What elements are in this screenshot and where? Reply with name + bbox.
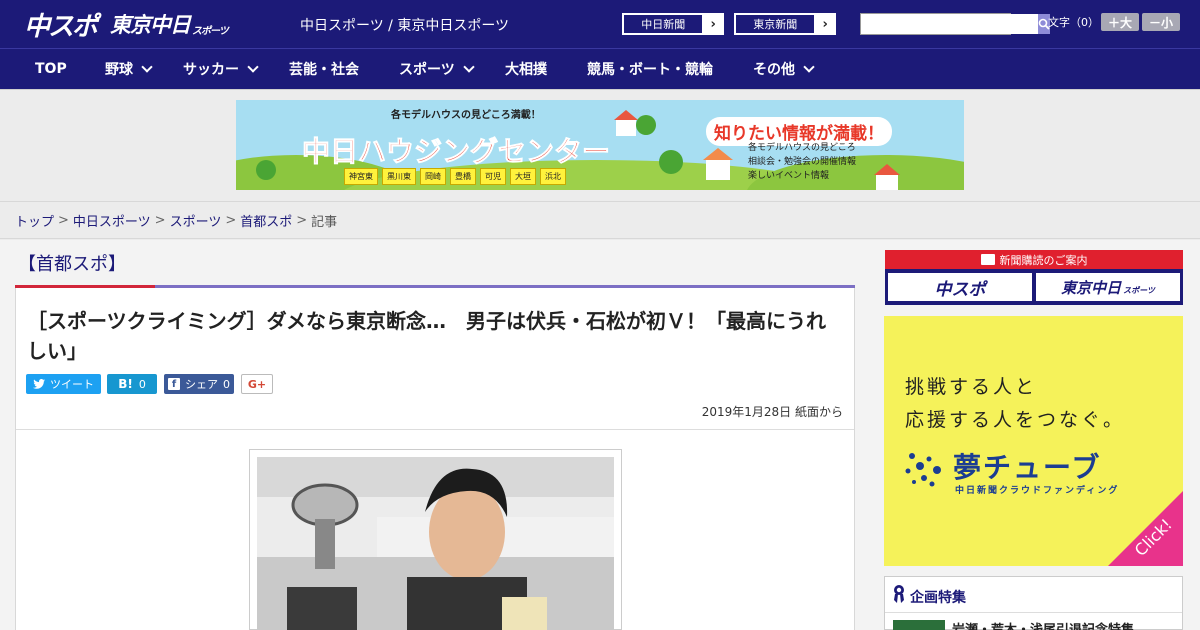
banner-bullet: 相談会・勉強会の開催情報 [748,157,857,167]
nav-item-label: 野球 [105,62,133,78]
chevron-down-icon [803,60,815,73]
feature-section-title: 企画特集 [910,590,966,606]
nav-item-label: 競馬・ボート・競輪 [587,62,713,78]
section-title: 【首都スポ】 [18,254,126,275]
chunichi-shimbun-link[interactable]: 中日新聞 › [622,13,724,35]
newspaper-icon [980,254,995,265]
subscription-heading-text: 新聞購読のご案内 [999,253,1088,267]
chevron-down-icon [463,60,475,73]
yume-tube-ad[interactable]: Click! [884,316,1183,566]
chevron-right-icon: › [822,16,828,32]
search-box [860,13,1050,35]
banner-place-tag: 黒川東 [382,168,416,185]
breadcrumb-separator: > [154,212,166,228]
hatena-count: 0 [138,377,146,391]
chunichi-shimbun-label: 中日新聞 [623,14,704,34]
nav-item-label: その他 [753,62,795,78]
banner-place-tag: 可児 [480,168,506,185]
nav-item-label: スポーツ [399,62,455,78]
banner-places: 神宮東 黒川東 岡崎 豊橋 可児 大垣 浜北 [344,168,566,185]
chuspo-logo[interactable]: 中スポ [24,8,98,42]
tokyo-logo-text: 東京中日 [110,13,191,37]
subscribe-tokyo-button[interactable]: 東京中日 スポーツ [1036,273,1180,301]
article-photo-image [257,457,614,630]
article-divider [16,429,854,430]
tokyo-shimbun-label: 東京新聞 [735,14,816,34]
facebook-icon: f [168,378,180,390]
breadcrumb-separator: > [225,212,237,228]
facebook-share-button[interactable]: f シェア 0 [164,374,234,394]
google-plus-button[interactable]: G+ [241,374,273,394]
ad-brand-subtitle: 中日新聞クラウドファンディング [955,486,1120,496]
feature-item-thumbnail[interactable] [893,620,945,630]
banner-bullets: 各モデルハウスの見どころ 相談会・勉強会の開催情報 楽しいイベント情報 [748,141,856,183]
nav-item-racing[interactable]: 競馬・ボート・競輪 [587,49,713,89]
banner-place-tag: 大垣 [510,168,536,185]
nav-item-top[interactable]: TOP [35,49,67,89]
feature-item-link[interactable]: 岩瀬・荒木・浅尾引退記念特集 [952,619,1134,630]
search-input[interactable] [861,14,1038,34]
subscribe-chuspo-button[interactable]: 中スポ [888,273,1032,301]
banner-title: 中日ハウジングセンター [301,135,611,169]
tokyo-chunichi-logo[interactable]: 東京中日 スポーツ [110,8,229,40]
banner-bullet: 各モデルハウスの見どころ [748,143,856,153]
banner-place-tag: 豊橋 [450,168,476,185]
yume-tube-ad-graphic [884,316,1183,566]
hatena-bookmark-button[interactable]: B! 0 [107,374,157,394]
tokyo-logo-small: スポーツ [192,25,229,37]
hatena-bookmark-icon: B! [118,377,133,391]
chuspo-logo-text: 中スポ [24,11,98,42]
article-top-rule-accent [15,285,155,288]
breadcrumb-sports[interactable]: スポーツ [170,211,222,230]
text-size-label: 文字（0） [1048,16,1099,29]
breadcrumb-current: 記事 [311,214,338,230]
breadcrumb-separator: > [58,212,69,228]
article-headline: ［スポーツクライミング］ダメなら東京断念… 男子は伏兵・石松が初Ｖ！「最高にうれ… [27,309,826,363]
tweet-label: ツイート [50,378,94,391]
article-date: 2019年1月28日 紙面から [701,405,843,419]
nav-item-sports[interactable]: スポーツ [399,49,475,89]
subscription-heading: 新聞購読のご案内 [885,250,1183,269]
banner-place-tag: 神宮東 [344,168,378,185]
chevron-right-icon: › [710,16,716,32]
tweet-button[interactable]: ツイート [26,374,101,394]
nav-item-label: 大相撲 [505,62,547,78]
ad-copy-line-2: 応援する人をつなぐ。 [905,409,1126,431]
banner-top-text: 各モデルハウスの見どころ満載！ [391,110,541,121]
subscribe-tokyo-small: スポーツ [1123,285,1155,295]
breadcrumb-top[interactable]: トップ [15,211,54,230]
nav-item-entertainment[interactable]: 芸能・社会 [289,49,359,89]
ad-copy-line-1: 挑戦する人と [905,376,1038,398]
chevron-down-icon [141,60,153,73]
facebook-share-count: 0 [223,377,230,391]
nav-item-label: TOP [35,61,67,77]
twitter-bird-icon [33,379,45,389]
tokyo-shimbun-link[interactable]: 東京新聞 › [734,13,836,35]
text-size-increase-button[interactable]: ＋大 [1101,13,1139,31]
nav-item-other[interactable]: その他 [753,49,815,89]
housing-center-banner-ad[interactable]: 各モデルハウスの見どころ満載！ 中日ハウジングセンター 知りたい情報が満載！ 神… [236,100,964,190]
article-photo[interactable] [257,457,614,630]
ad-brand-name: 夢チューブ [953,451,1102,484]
nav-item-soccer[interactable]: サッカー [183,49,259,89]
nav-item-sumo[interactable]: 大相撲 [505,49,547,89]
breadcrumb: トップ > 中日スポーツ > スポーツ > 首都スポ > 記事 [0,201,1200,239]
text-size-decrease-button[interactable]: －小 [1142,13,1180,31]
nav-item-baseball[interactable]: 野球 [105,49,153,89]
banner-place-tag: 浜北 [540,168,566,185]
chevron-down-icon [247,60,259,73]
breadcrumb-separator: > [296,212,308,228]
banner-place-tag: 岡崎 [420,168,446,185]
feature-divider [885,612,1182,613]
facebook-share-label: シェア [185,378,218,391]
banner-bullet: 楽しいイベント情報 [748,171,830,181]
subscribe-tokyo-label: 東京中日 [1061,278,1122,297]
nav-item-label: 芸能・社会 [289,62,359,78]
site-title: 中日スポーツ / 東京中日スポーツ [300,18,510,34]
breadcrumb-chunichi-sports[interactable]: 中日スポーツ [73,211,151,230]
ribbon-icon [894,585,904,603]
main-navigation: TOP 野球 サッカー 芸能・社会 スポーツ 大相撲 競馬・ボート・競輪 その他 [0,48,1200,90]
breadcrumb-shuto-spo[interactable]: 首都スポ [240,211,292,230]
nav-item-label: サッカー [183,62,239,78]
